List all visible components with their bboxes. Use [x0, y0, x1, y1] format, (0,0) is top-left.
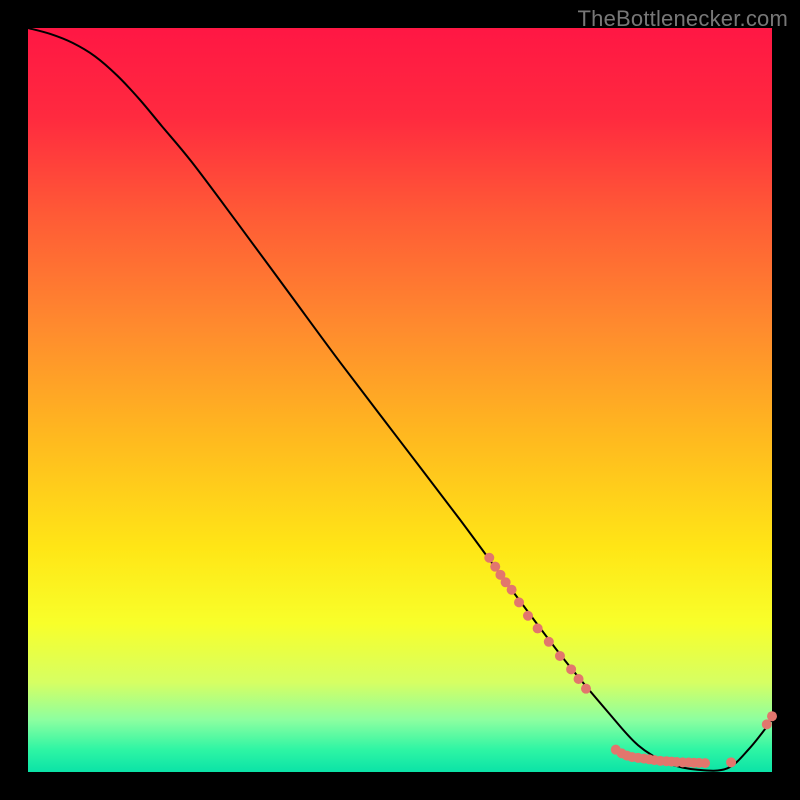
data-marker: [555, 651, 565, 661]
data-marker: [574, 674, 584, 684]
bottleneck-chart: [0, 0, 800, 800]
data-marker: [700, 758, 710, 768]
data-marker: [523, 611, 533, 621]
data-marker: [484, 553, 494, 563]
data-marker: [514, 597, 524, 607]
data-marker: [726, 757, 736, 767]
chart-stage: TheBottlenecker.com: [0, 0, 800, 800]
data-marker: [507, 585, 517, 595]
data-marker: [533, 623, 543, 633]
data-marker: [544, 637, 554, 647]
data-marker: [581, 684, 591, 694]
data-marker: [566, 664, 576, 674]
chart-plot-area: [28, 28, 772, 772]
data-marker: [767, 711, 777, 721]
attribution-label: TheBottlenecker.com: [578, 6, 788, 32]
